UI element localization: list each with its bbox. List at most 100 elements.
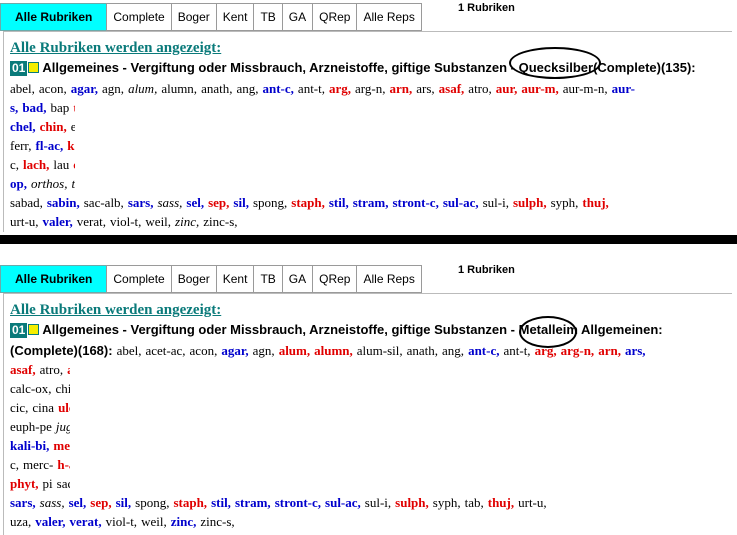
remedy-abbr[interactable]: arg-n, xyxy=(355,81,385,96)
remedy-abbr[interactable]: sac-alb, xyxy=(84,195,124,210)
remedy-abbr[interactable]: euph-pe xyxy=(10,419,52,434)
remedy-abbr[interactable]: agn, xyxy=(102,81,124,96)
remedy-abbr[interactable]: zinc, xyxy=(171,514,197,529)
remedy-abbr[interactable]: ant-t, xyxy=(503,343,530,358)
remedy-abbr[interactable]: aur, xyxy=(496,81,518,96)
remedy-abbr[interactable]: agn, xyxy=(253,343,275,358)
remedy-abbr[interactable]: sil, xyxy=(233,195,249,210)
remedy-abbr[interactable]: syph, xyxy=(551,195,579,210)
remedy-abbr[interactable]: sass, xyxy=(40,495,65,510)
remedy-abbr[interactable]: staph, xyxy=(173,495,207,510)
remedy-abbr[interactable]: acon, xyxy=(190,343,218,358)
remedy-abbr[interactable]: pi xyxy=(43,476,53,491)
remedy-abbr[interactable]: abel, xyxy=(117,343,142,358)
remedy-abbr[interactable]: ars, xyxy=(625,343,646,358)
remedy-abbr[interactable]: agar, xyxy=(221,343,248,358)
remedy-abbr[interactable]: chel, xyxy=(10,119,36,134)
remedy-abbr[interactable]: ant-c, xyxy=(468,343,499,358)
rubric-checkbox[interactable] xyxy=(28,62,40,73)
tab-alle-reps[interactable]: Alle Reps xyxy=(356,265,422,293)
remedy-abbr[interactable]: merc- xyxy=(23,457,53,472)
remedy-abbr[interactable]: sul-i, xyxy=(365,495,391,510)
remedy-abbr[interactable]: atro, xyxy=(40,362,63,377)
tab-kent[interactable]: Kent xyxy=(215,3,255,31)
remedy-abbr[interactable]: valer, xyxy=(43,214,73,229)
remedy-abbr[interactable]: valer, xyxy=(35,514,65,529)
remedy-abbr[interactable]: acon, xyxy=(39,81,67,96)
remedy-abbr[interactable]: cina xyxy=(32,400,54,415)
tab-alle-rubriken[interactable]: Alle Rubriken xyxy=(0,265,108,293)
tab-complete[interactable]: Complete xyxy=(106,265,172,293)
remedy-abbr[interactable]: stram, xyxy=(235,495,271,510)
remedy-abbr[interactable]: ant-c, xyxy=(263,81,294,96)
remedy-abbr[interactable]: (Complete)(168): xyxy=(10,343,113,358)
remedy-abbr[interactable]: sep, xyxy=(208,195,229,210)
remedy-abbr[interactable]: thuj, xyxy=(488,495,514,510)
tab-alle-reps[interactable]: Alle Reps xyxy=(356,3,422,31)
tab-ga[interactable]: GA xyxy=(281,3,314,31)
remedy-abbr[interactable]: zinc-s, xyxy=(200,514,234,529)
remedy-abbr[interactable]: staph, xyxy=(291,195,325,210)
tab-boger[interactable]: Boger xyxy=(170,3,217,31)
remedy-abbr[interactable]: ant-t, xyxy=(298,81,325,96)
remedy-abbr[interactable]: acet-ac, xyxy=(145,343,185,358)
remedy-abbr[interactable]: calc-ox, xyxy=(10,381,52,396)
remedy-abbr[interactable]: sulph, xyxy=(395,495,429,510)
remedy-abbr[interactable]: thuj, xyxy=(582,195,608,210)
remedy-abbr[interactable]: ang, xyxy=(236,81,258,96)
remedy-abbr[interactable]: arg, xyxy=(329,81,351,96)
remedy-abbr[interactable]: arg-n, xyxy=(561,343,595,358)
remedy-abbr[interactable]: abel, xyxy=(10,81,35,96)
remedy-abbr[interactable]: sass, xyxy=(157,195,182,210)
remedy-abbr[interactable]: sel, xyxy=(69,495,87,510)
remedy-abbr[interactable]: zinc, xyxy=(175,214,199,229)
remedy-abbr[interactable]: alumn, xyxy=(161,81,197,96)
remedy-abbr[interactable]: alum, xyxy=(279,343,310,358)
remedy-abbr[interactable]: s, xyxy=(10,100,18,115)
remedy-abbr[interactable]: stram, xyxy=(353,195,389,210)
remedy-abbr[interactable]: weil, xyxy=(145,214,171,229)
remedy-abbr[interactable]: c, xyxy=(10,157,19,172)
remedy-abbr[interactable]: bap xyxy=(51,100,70,115)
remedy-abbr[interactable]: agar, xyxy=(71,81,98,96)
remedy-abbr[interactable]: anath, xyxy=(201,81,232,96)
tab-kent[interactable]: Kent xyxy=(215,265,255,293)
remedy-abbr[interactable]: stront-c, xyxy=(393,195,439,210)
remedy-abbr[interactable]: aur-m-n, xyxy=(563,81,608,96)
remedy-abbr[interactable]: atro, xyxy=(468,81,491,96)
remedy-abbr[interactable]: phyt, xyxy=(10,476,39,491)
remedy-abbr[interactable]: sabin, xyxy=(47,195,80,210)
remedy-abbr[interactable]: sel, xyxy=(186,195,204,210)
remedy-abbr[interactable]: fl-ac, xyxy=(36,138,64,153)
remedy-abbr[interactable]: stil, xyxy=(329,195,349,210)
tab-ga[interactable]: GA xyxy=(281,265,314,293)
remedy-abbr[interactable]: sulph, xyxy=(513,195,547,210)
remedy-abbr[interactable]: arg, xyxy=(535,343,557,358)
remedy-abbr[interactable]: stront-c, xyxy=(275,495,321,510)
remedy-abbr[interactable]: orthos, xyxy=(31,176,67,191)
tab-alle-rubriken[interactable]: Alle Rubriken xyxy=(0,3,108,31)
remedy-abbr[interactable]: ars, xyxy=(416,81,434,96)
remedy-abbr[interactable]: anath, xyxy=(407,343,438,358)
remedy-abbr[interactable]: sul-i, xyxy=(483,195,509,210)
remedy-abbr[interactable]: op, xyxy=(10,176,27,191)
tab-complete[interactable]: Complete xyxy=(106,3,172,31)
remedy-abbr[interactable]: verat, xyxy=(77,214,106,229)
remedy-abbr[interactable]: sars, xyxy=(128,195,154,210)
remedy-abbr[interactable]: lau xyxy=(53,157,69,172)
tab-qrep[interactable]: QRep xyxy=(312,265,358,293)
remedy-abbr[interactable]: arn, xyxy=(389,81,412,96)
remedy-abbr[interactable]: sul-ac, xyxy=(325,495,361,510)
remedy-abbr[interactable]: spong, xyxy=(135,495,169,510)
remedy-abbr[interactable]: uza, xyxy=(10,514,31,529)
remedy-abbr[interactable]: kali-bi, xyxy=(10,438,49,453)
remedy-abbr[interactable]: sul-ac, xyxy=(443,195,479,210)
remedy-abbr[interactable]: syph, xyxy=(433,495,461,510)
remedy-abbr[interactable]: zinc-s, xyxy=(203,214,237,229)
remedy-abbr[interactable]: sep, xyxy=(90,495,111,510)
remedy-abbr[interactable]: sabad, xyxy=(10,195,43,210)
remedy-abbr[interactable]: alum, xyxy=(128,81,157,96)
remedy-abbr[interactable]: sars, xyxy=(10,495,36,510)
remedy-abbr[interactable]: ferr, xyxy=(10,138,32,153)
remedy-abbr[interactable]: urt-u, xyxy=(10,214,39,229)
